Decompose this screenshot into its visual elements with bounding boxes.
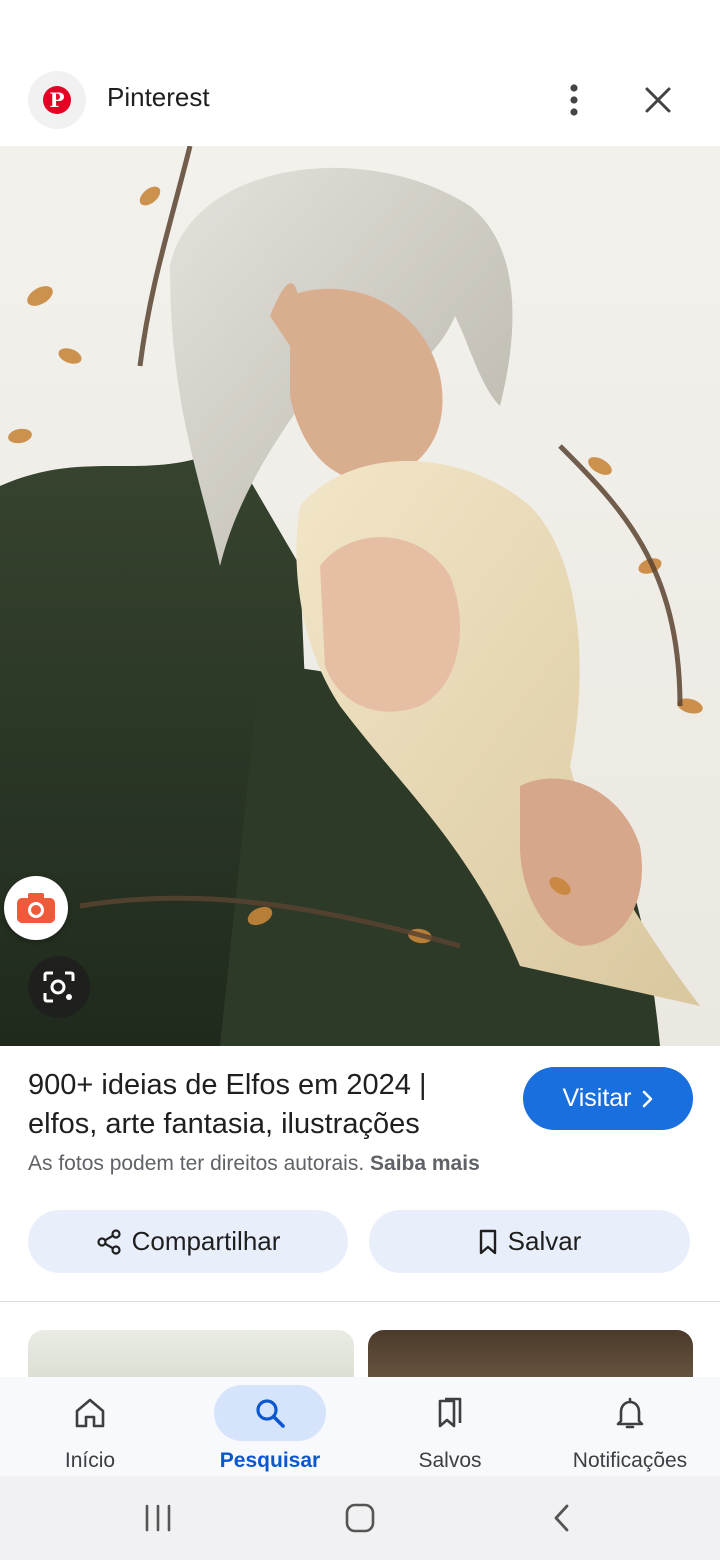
system-navigation-bar	[0, 1476, 720, 1560]
copyright-text: As fotos podem ter direitos autorais.	[28, 1152, 365, 1175]
visit-label: Visitar	[562, 1084, 632, 1112]
recent-apps-button[interactable]	[128, 1496, 188, 1540]
status-bar	[0, 0, 720, 54]
back-icon	[554, 1504, 569, 1532]
header: P Pinterest	[0, 54, 720, 146]
nav-label: Notificações	[572, 1449, 688, 1472]
copyright-note: As fotos podem ter direitos autorais. Sa…	[28, 1152, 480, 1176]
lens-search-button[interactable]	[28, 956, 90, 1018]
home-icon	[75, 1398, 105, 1428]
close-button[interactable]	[634, 76, 682, 124]
result-title[interactable]: 900+ ideias de Elfos em 2024 | elfos, ar…	[28, 1066, 498, 1144]
bell-icon	[616, 1397, 644, 1429]
lens-icon	[43, 971, 75, 1003]
home-square-icon	[345, 1503, 375, 1533]
share-label: Compartilhar	[131, 1226, 281, 1256]
save-label: Salvar	[507, 1226, 582, 1256]
pinterest-logo-icon: P	[28, 71, 86, 129]
more-vert-icon	[570, 84, 578, 116]
nav-label: Salvos	[418, 1449, 482, 1472]
camera-search-button[interactable]	[4, 876, 68, 940]
share-icon	[96, 1228, 121, 1255]
nav-item-search[interactable]: Pesquisar	[180, 1377, 360, 1476]
search-icon	[256, 1399, 285, 1428]
more-options-button[interactable]	[550, 76, 598, 124]
close-icon	[645, 87, 671, 113]
nav-item-saved[interactable]: Salvos	[360, 1377, 540, 1476]
bookmarks-icon	[438, 1397, 462, 1428]
nav-item-notifications[interactable]: Notificações	[540, 1377, 720, 1476]
divider	[0, 1301, 720, 1302]
save-button[interactable]: Salvar	[369, 1210, 690, 1273]
chevron-right-icon	[642, 1090, 652, 1107]
nav-item-home[interactable]: Início	[0, 1377, 180, 1476]
nav-label: Início	[64, 1449, 116, 1472]
share-button[interactable]: Compartilhar	[28, 1210, 348, 1273]
result-image[interactable]	[0, 146, 720, 1046]
nav-label: Pesquisar	[219, 1449, 321, 1472]
home-button[interactable]	[330, 1496, 390, 1540]
bottom-navigation: Início Pesquisar Salvos Notificações	[0, 1377, 720, 1476]
bookmark-icon	[479, 1229, 496, 1254]
learn-more-link[interactable]: Saiba mais	[370, 1152, 480, 1175]
recents-icon	[145, 1504, 171, 1532]
site-name: Pinterest	[107, 82, 210, 112]
visit-button[interactable]: Visitar	[523, 1067, 693, 1130]
camera-icon	[17, 893, 55, 923]
back-button[interactable]	[532, 1496, 592, 1540]
